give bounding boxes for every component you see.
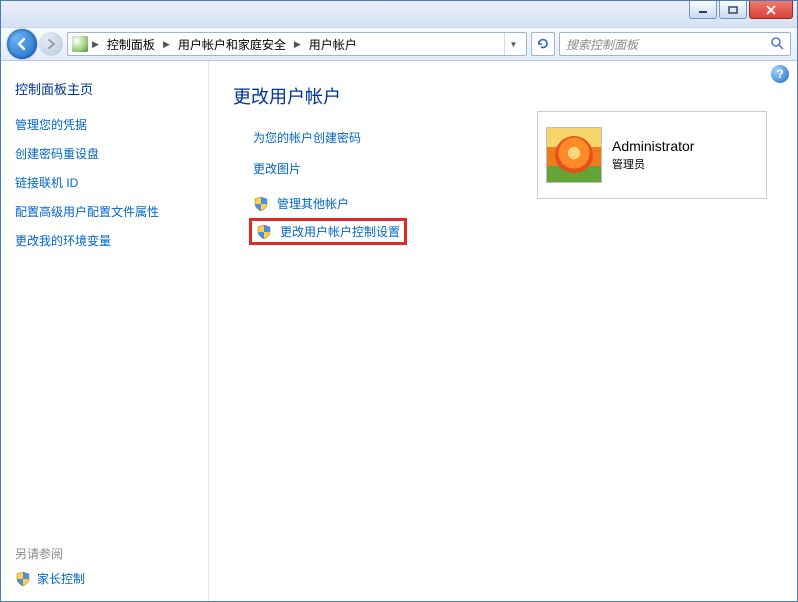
crumb-control-panel[interactable]: 控制面板	[103, 34, 159, 55]
chevron-right-icon[interactable]: ▶	[161, 39, 172, 50]
body: 控制面板主页 管理您的凭据 创建密码重设盘 链接联机 ID 配置高级用户配置文件…	[1, 61, 797, 601]
action-manage-other-accounts[interactable]: 管理其他帐户	[277, 195, 349, 212]
shield-icon	[15, 571, 31, 587]
account-picture[interactable]	[546, 127, 602, 183]
sidebar-link-credentials[interactable]: 管理您的凭据	[15, 116, 194, 133]
forward-button[interactable]	[39, 32, 63, 56]
control-panel-icon	[72, 36, 88, 52]
page-title: 更改用户帐户	[233, 83, 773, 109]
see-also-heading: 另请参阅	[15, 545, 194, 562]
crumb-user-accounts-family[interactable]: 用户帐户和家庭安全	[174, 34, 290, 55]
title-bar	[1, 1, 797, 27]
uac-settings-highlight: 更改用户帐户控制设置	[249, 218, 407, 245]
sidebar-link-reset-disk[interactable]: 创建密码重设盘	[15, 145, 194, 162]
refresh-button[interactable]	[531, 32, 555, 56]
search-input[interactable]: 搜索控制面板	[559, 32, 791, 56]
sidebar: 控制面板主页 管理您的凭据 创建密码重设盘 链接联机 ID 配置高级用户配置文件…	[1, 61, 209, 601]
search-placeholder: 搜索控制面板	[566, 36, 638, 53]
chevron-right-icon[interactable]: ▶	[292, 39, 303, 50]
control-panel-window: ▶ 控制面板 ▶ 用户帐户和家庭安全 ▶ 用户帐户 ▼ 搜索控制面板 控制面板主…	[0, 0, 798, 602]
nav-bar: ▶ 控制面板 ▶ 用户帐户和家庭安全 ▶ 用户帐户 ▼ 搜索控制面板	[1, 27, 797, 61]
help-icon[interactable]: ?	[771, 65, 789, 83]
sidebar-title[interactable]: 控制面板主页	[15, 79, 194, 98]
crumb-user-accounts[interactable]: 用户帐户	[305, 34, 361, 55]
account-name: Administrator	[612, 138, 694, 154]
content: ? 更改用户帐户 为您的帐户创建密码 更改图片 管理其他帐户 更改用户帐户控制设…	[209, 61, 797, 601]
breadcrumb-dropdown[interactable]: ▼	[504, 33, 522, 55]
close-button[interactable]	[749, 1, 793, 19]
sidebar-link-online-id[interactable]: 链接联机 ID	[15, 174, 194, 191]
sidebar-link-env-vars[interactable]: 更改我的环境变量	[15, 232, 194, 249]
action-change-uac-settings[interactable]: 更改用户帐户控制设置	[280, 223, 400, 240]
sidebar-link-profile-props[interactable]: 配置高级用户配置文件属性	[15, 203, 194, 220]
breadcrumb[interactable]: ▶ 控制面板 ▶ 用户帐户和家庭安全 ▶ 用户帐户 ▼	[67, 32, 527, 56]
account-type: 管理员	[612, 156, 694, 172]
sidebar-link-parental[interactable]: 家长控制	[37, 570, 85, 587]
shield-icon	[256, 224, 272, 240]
minimize-button[interactable]	[689, 1, 717, 19]
back-button[interactable]	[7, 29, 37, 59]
chevron-right-icon[interactable]: ▶	[90, 39, 101, 50]
maximize-button[interactable]	[719, 1, 747, 19]
shield-icon	[253, 196, 269, 212]
account-card: Administrator 管理员	[537, 111, 767, 199]
account-info: Administrator 管理员	[612, 138, 694, 172]
search-icon	[770, 36, 784, 53]
